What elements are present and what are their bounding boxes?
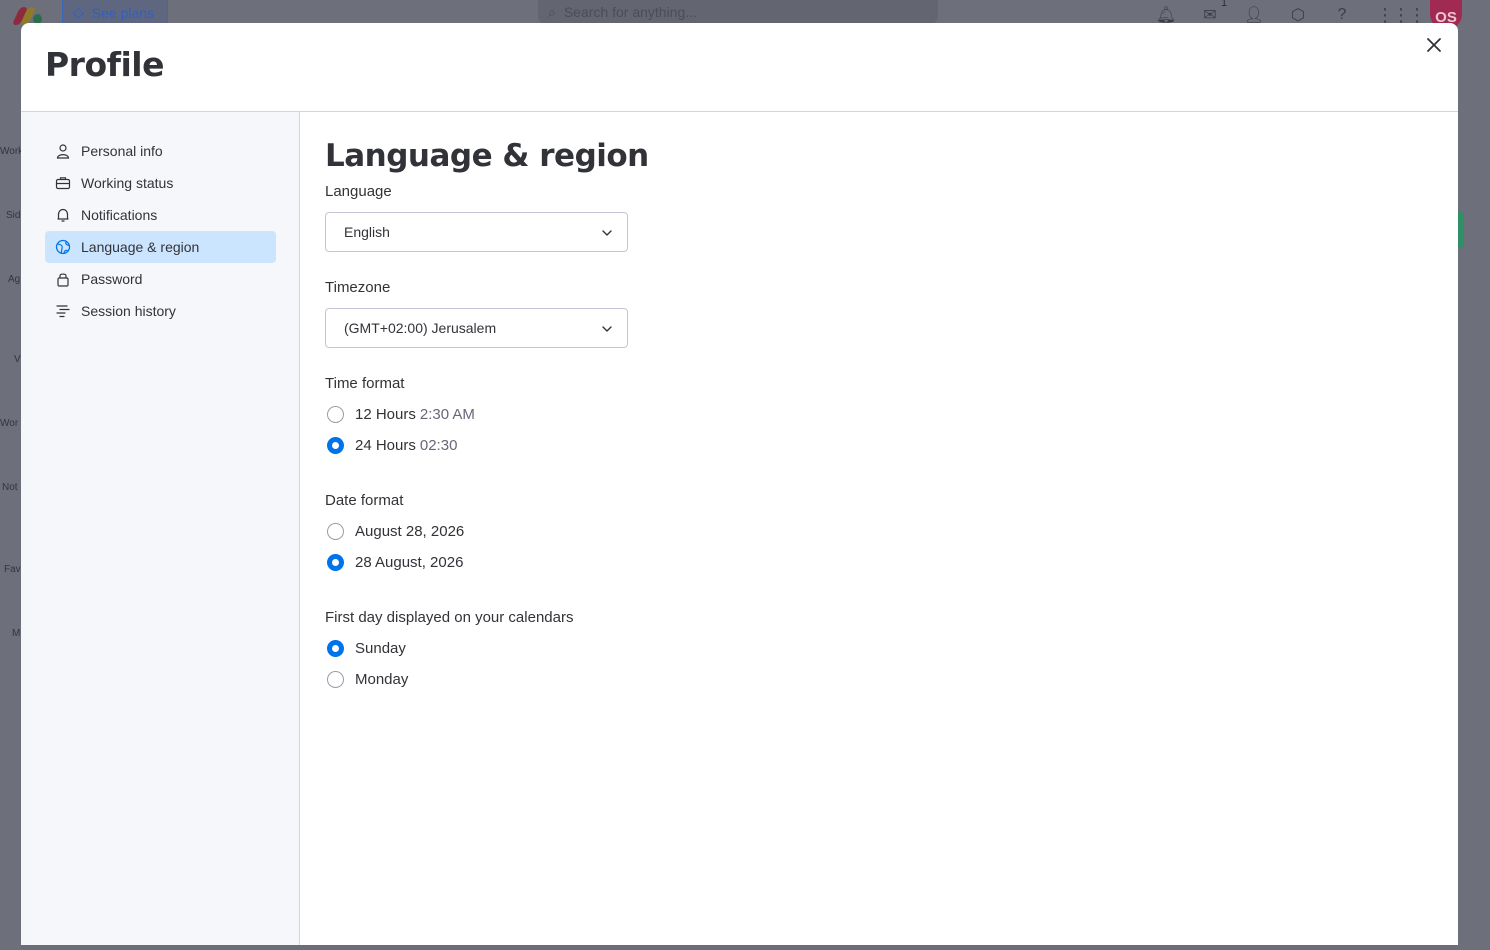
time-format-12h-option[interactable]: 12 Hours 2:30 AM (327, 406, 475, 423)
option-label: Monday (355, 671, 409, 688)
language-value: English (344, 224, 390, 240)
radio-button-checked[interactable] (327, 437, 344, 454)
language-label: Language (325, 183, 392, 200)
close-button[interactable] (1423, 34, 1445, 56)
background-left-nav: Work Sid Ag V Wor Not Fav M (0, 30, 21, 950)
lock-icon (55, 271, 71, 287)
option-label: 28 August, 2026 (355, 554, 464, 571)
sidebar-item-password[interactable]: Password (45, 263, 276, 295)
sidebar-item-label: Personal info (81, 143, 163, 159)
language-region-panel: Language & region Language English Timez… (301, 112, 1458, 945)
inbox-count-badge: 1 (1221, 0, 1228, 9)
profile-modal: Profile Personal info Working status Not… (21, 23, 1458, 945)
sidebar-item-label: Password (81, 271, 143, 287)
timezone-label: Timezone (325, 279, 391, 296)
person-icon (55, 143, 71, 159)
radio-button-checked[interactable] (327, 554, 344, 571)
first-day-label: First day displayed on your calendars (325, 609, 574, 626)
option-example: 2:30 AM (419, 406, 475, 423)
language-select[interactable]: English (325, 212, 628, 252)
sidebar-item-notifications[interactable]: Notifications (45, 199, 276, 231)
option-example: 02:30 (419, 437, 458, 454)
search-placeholder: Search for anything... (563, 4, 697, 20)
modal-header: Profile (21, 23, 1458, 112)
globe-icon (55, 239, 71, 255)
timezone-value: (GMT+02:00) Jerusalem (344, 320, 497, 336)
radio-button[interactable] (327, 671, 344, 688)
sidebar-item-language-region[interactable]: Language & region (45, 231, 276, 263)
timezone-select[interactable]: (GMT+02:00) Jerusalem (325, 308, 628, 348)
bell-icon (55, 207, 71, 223)
left-nav-label: Not (2, 482, 18, 493)
sidebar-item-label: Notifications (81, 207, 158, 223)
diamond-icon: ◇ (73, 4, 84, 20)
date-format-label: Date format (325, 492, 404, 509)
radio-button-checked[interactable] (327, 640, 344, 657)
chevron-down-icon (602, 230, 612, 236)
date-format-month-first-option[interactable]: August 28, 2026 (327, 523, 464, 540)
close-icon (1427, 38, 1441, 52)
option-label: 24 Hours (355, 437, 416, 454)
search-icon: ⌕ (548, 3, 556, 20)
modal-title: Profile (45, 45, 165, 84)
background-green-tab (1458, 212, 1464, 248)
app-logo-icon (11, 5, 44, 25)
option-label: 12 Hours (355, 406, 416, 423)
sidebar-item-label: Language & region (81, 239, 200, 255)
time-format-label: Time format (325, 375, 405, 392)
sidebar-item-label: Session history (81, 303, 176, 319)
profile-sidebar: Personal info Working status Notificatio… (21, 112, 300, 945)
section-title: Language & region (325, 138, 649, 174)
first-day-monday-option[interactable]: Monday (327, 671, 408, 688)
first-day-sunday-option[interactable]: Sunday (327, 640, 406, 657)
sidebar-item-session-history[interactable]: Session history (45, 295, 276, 327)
global-search-input[interactable]: ⌕ Search for anything... (538, 0, 938, 24)
option-label: Sunday (355, 640, 406, 657)
radio-button[interactable] (327, 406, 344, 423)
time-format-24h-option[interactable]: 24 Hours 02:30 (327, 437, 457, 454)
left-nav-label: Work (0, 146, 21, 157)
see-plans-label: See plans (91, 4, 155, 21)
date-format-day-first-option[interactable]: 28 August, 2026 (327, 554, 463, 571)
left-nav-label: Wor (0, 418, 19, 429)
option-label: August 28, 2026 (355, 523, 465, 540)
radio-button[interactable] (327, 523, 344, 540)
background-right-area (1458, 30, 1490, 950)
sidebar-item-label: Working status (81, 175, 174, 191)
briefcase-icon (55, 175, 71, 191)
sidebar-item-personal-info[interactable]: Personal info (45, 135, 276, 167)
sidebar-item-working-status[interactable]: Working status (45, 167, 276, 199)
list-icon (55, 303, 71, 319)
chevron-down-icon (602, 326, 612, 332)
